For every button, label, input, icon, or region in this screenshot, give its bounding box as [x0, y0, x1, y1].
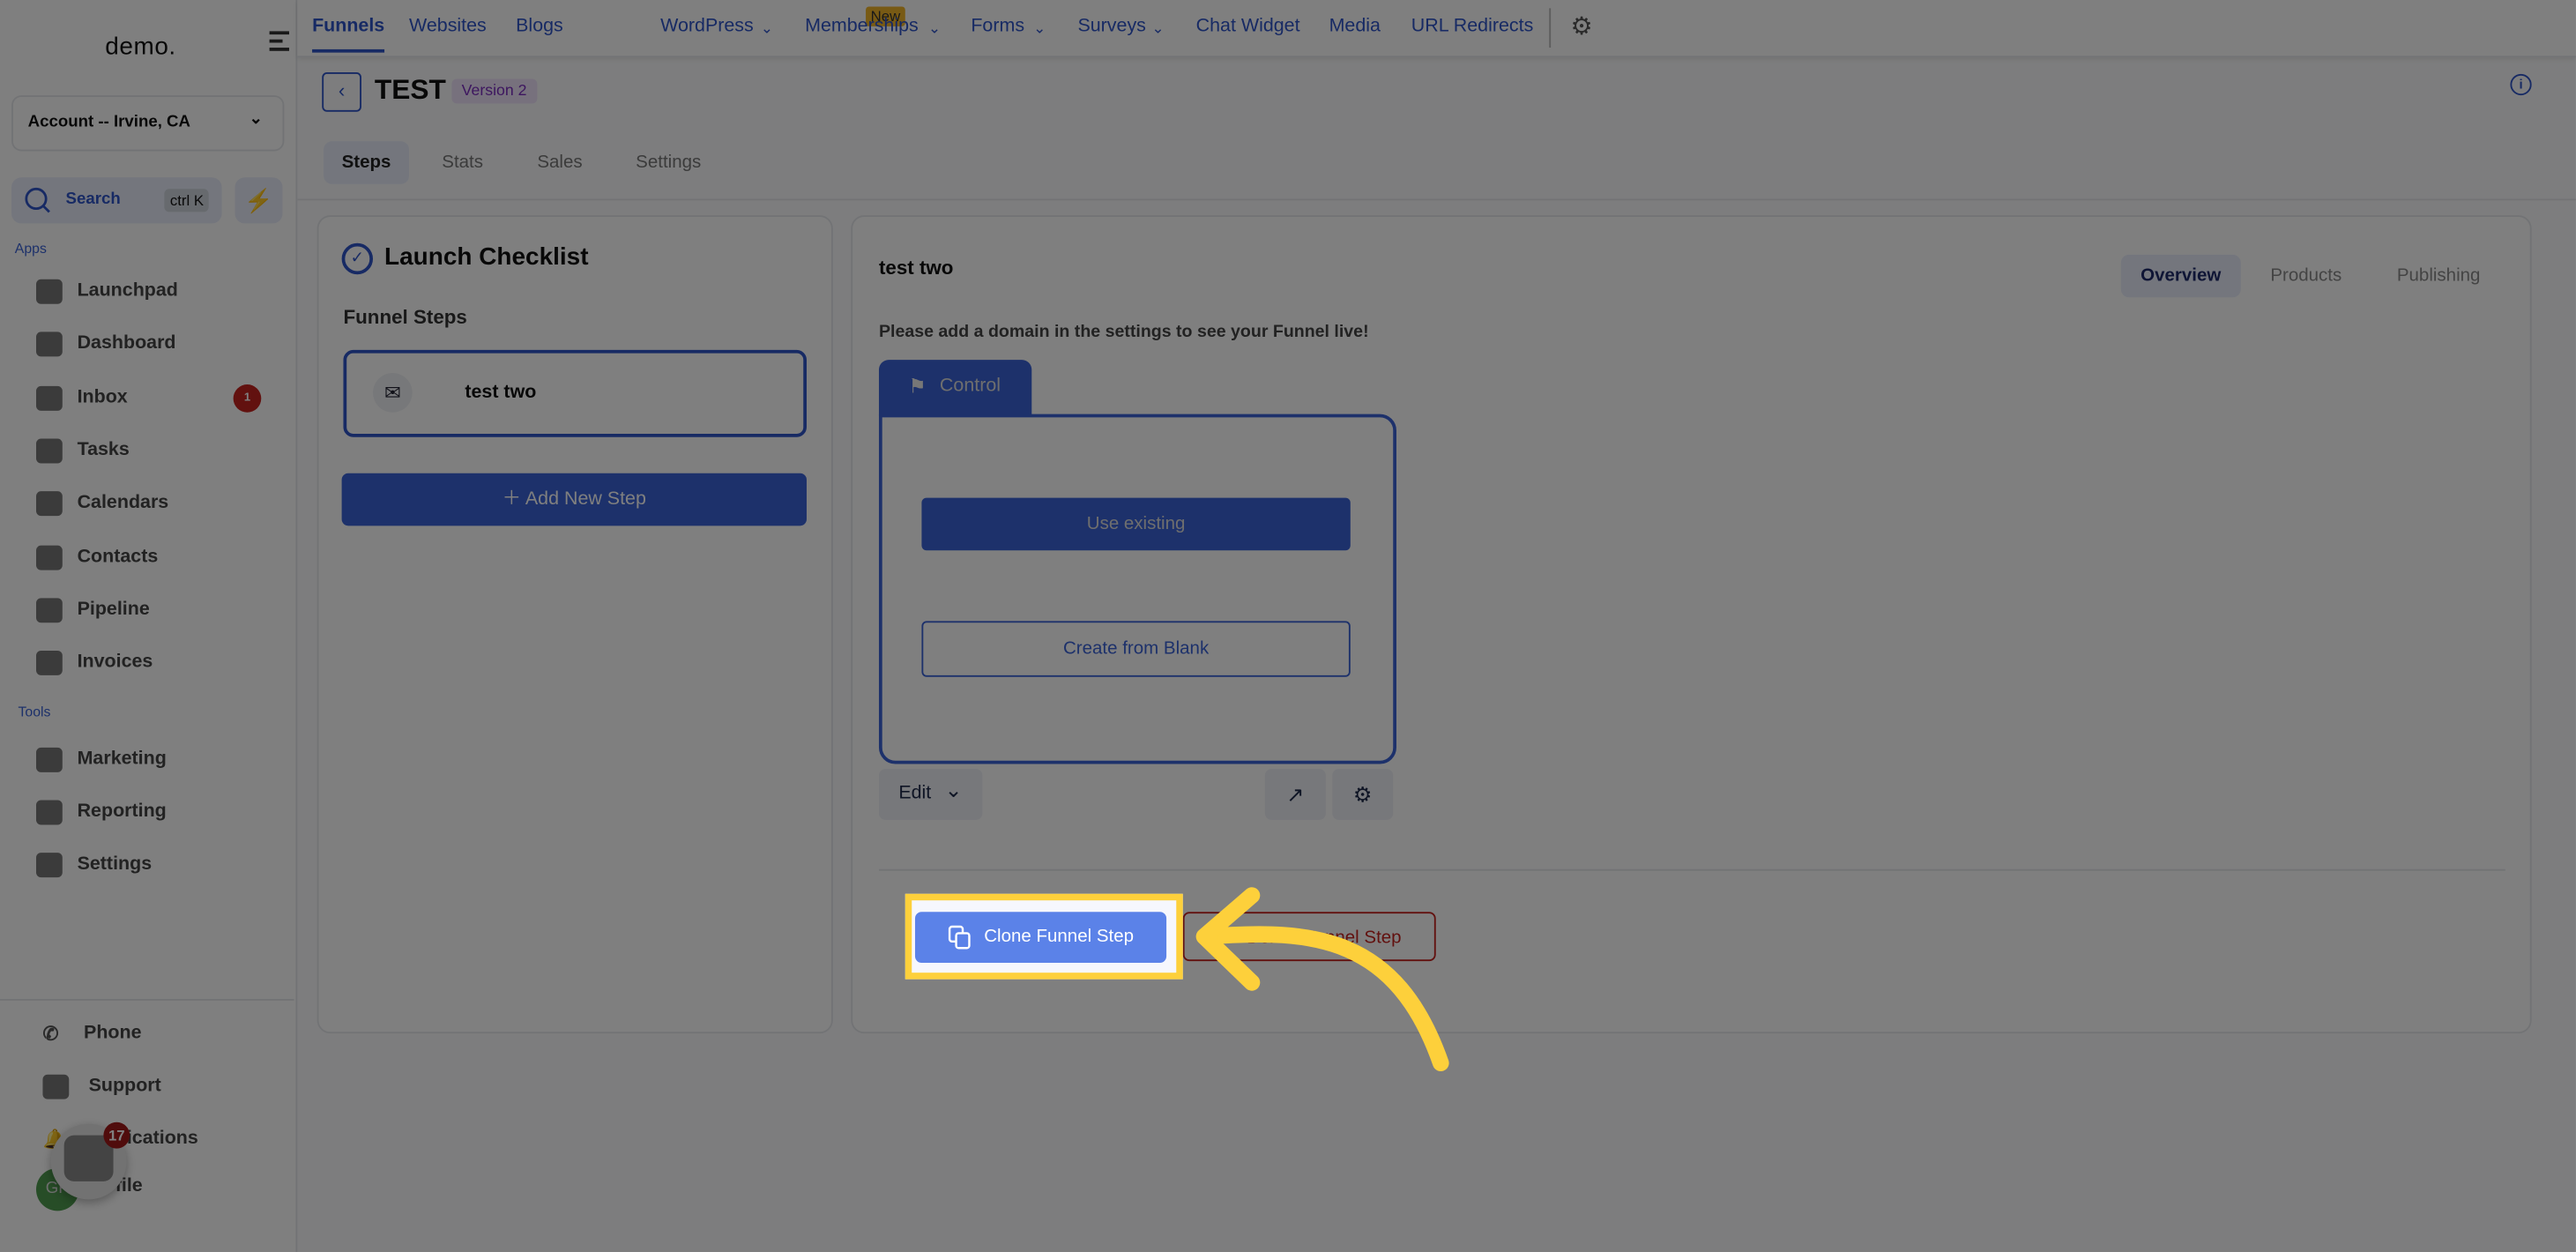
pointer-arrow-annotation — [1195, 887, 1449, 1072]
